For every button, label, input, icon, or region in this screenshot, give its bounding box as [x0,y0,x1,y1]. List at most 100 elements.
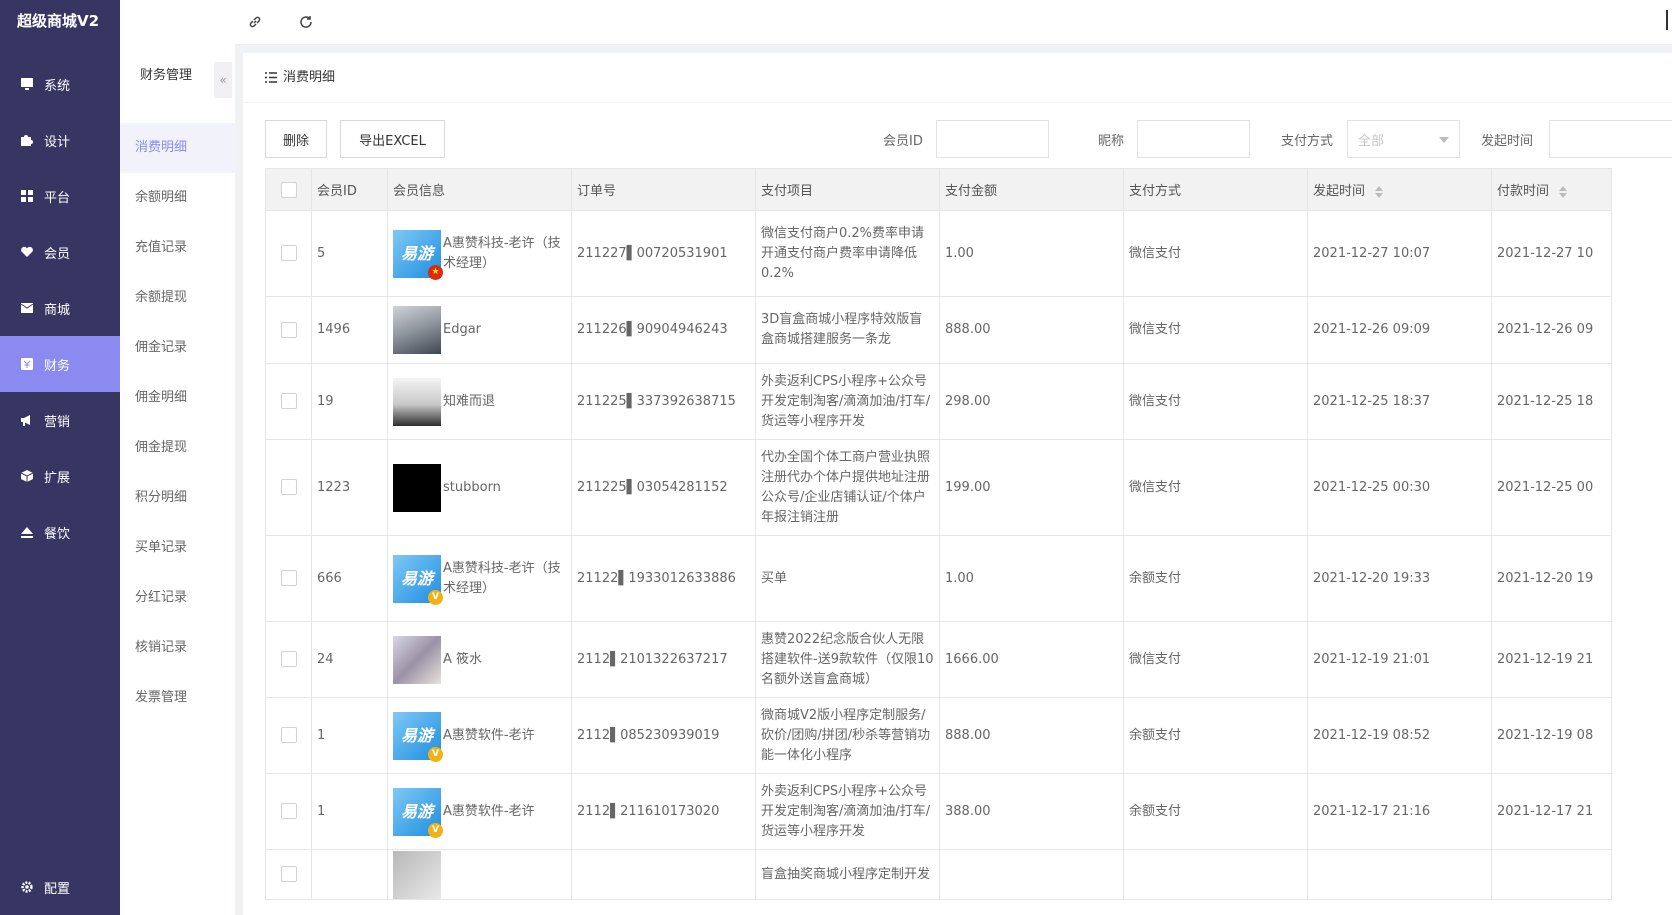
member-info-cell: 易游 V A惠赞软件-老许 [387,697,572,774]
export-excel-button[interactable]: 导出EXCEL [340,120,445,158]
paid-time-cell: 2021-12-26 09 [1491,296,1612,364]
table-row[interactable]: 1 易游 V A惠赞软件-老许 2112▌085230939019 微商城V2版小程序定制… [265,697,1612,774]
subnav-item-5[interactable]: 佣金明细 [120,373,235,423]
header-order-no: 订单号 [571,168,756,211]
order-no-cell: 211225▌03054281152 [571,439,756,536]
subnav-item-0[interactable]: 消费明细 [120,123,235,173]
table-row[interactable]: 1 易游 V A惠赞软件-老许 2112▌211610173020 外卖返利CPS小程序+… [265,773,1612,850]
subnav-item-10[interactable]: 核销记录 [120,623,235,673]
paid-time-cell: 2021-12-27 10 [1491,210,1612,297]
vip-badge-icon: V [428,822,443,838]
subnav-item-1[interactable]: 余额明细 [120,173,235,223]
sort-icon[interactable] [1375,185,1384,198]
amount-cell: 199.00 [939,439,1124,536]
row-checkbox[interactable] [281,651,297,667]
subnav-item-3[interactable]: 余额提现 [120,273,235,323]
sidebar-item-label: 餐饮 [44,526,71,542]
sidebar-item-8[interactable]: 餐饮 [0,504,120,560]
row-select-cell [265,621,312,698]
row-checkbox[interactable] [281,245,297,261]
avatar: 易游 V [393,711,443,762]
sidebar-item-2[interactable]: 平台 [0,168,120,224]
table-header-row: 会员ID 会员信息 订单号 支付项目 支付金额 支付方式 发起时间 付款时间 [265,168,1612,211]
header-amount: 支付金额 [939,168,1124,211]
row-checkbox[interactable] [281,866,297,882]
cube-icon [19,468,35,484]
sidebar-item-4[interactable]: 商城 [0,280,120,336]
member-info-cell: 知难而退 [387,363,572,440]
table-row[interactable]: 5 易游 ★ A惠赞科技-老许（技术经理） 211227▌00720531901 微信支付… [265,210,1612,297]
sidebar-item-3[interactable]: 会员 [0,224,120,280]
delete-button[interactable]: 删除 [265,120,327,158]
start-time-cell: 2021-12-19 21:01 [1307,621,1492,698]
sidebar-item-label: 会员 [44,246,71,262]
subnav-item-7[interactable]: 积分明细 [120,473,235,523]
member-id-input[interactable] [936,120,1049,158]
nickname-label: 昵称 [1098,134,1125,149]
avatar: 易游 ★ [393,229,443,280]
table-row[interactable]: 666 易游 V A惠赞科技-老许（技术经理） 21122▌1933012633886 买… [265,535,1612,622]
select-all-checkbox[interactable] [281,181,297,198]
right-edge-icon [1666,10,1672,30]
sidebar-item-5[interactable]: 财务 [0,336,120,392]
page-title-bar: 消费明细 [243,53,1672,103]
row-checkbox[interactable] [281,321,297,338]
subnav-item-6[interactable]: 佣金提现 [120,423,235,473]
sidebar-item-config[interactable]: 配置 [0,859,120,915]
subnav-item-2[interactable]: 充值记录 [120,223,235,273]
top-bar [120,0,1672,45]
subnav-item-9[interactable]: 分红记录 [120,573,235,623]
sidebar-item-6[interactable]: 营销 [0,392,120,448]
sidebar-item-0[interactable]: 系统 [0,56,120,112]
member-id-cell: 666 [311,535,388,622]
amount-cell: 298.00 [939,363,1124,440]
row-checkbox[interactable] [281,479,297,495]
row-checkbox[interactable] [281,727,297,743]
start-time-input[interactable] [1549,120,1672,158]
gear-icon [19,879,35,895]
table-row[interactable]: 19 知难而退 211225▌337392638715 外卖返利CPS小程序+公众号开… [265,363,1612,440]
toolbar: 删除 导出EXCEL 会员ID 昵称 支付方式 全部 发起时间 [265,120,1672,158]
member-id-cell: 1 [311,773,388,850]
amount-cell: 1666.00 [939,621,1124,698]
amount-cell: 1.00 [939,535,1124,622]
member-info-cell: 易游 ★ A惠赞科技-老许（技术经理） [387,210,572,297]
heart-icon [19,244,35,260]
finance-icon [19,356,35,372]
table-row[interactable]: 盲盒抽奖商城小程序定制开发 [265,849,1612,900]
sidebar-item-1[interactable]: 设计 [0,112,120,168]
start-time-cell: 2021-12-25 00:30 [1307,439,1492,536]
paid-time-cell: 2021-12-19 21 [1491,621,1612,698]
pay-item-cell: 外卖返利CPS小程序+公众号开发定制淘客/滴滴加油/打车/货运等小程序开发 [755,773,940,850]
row-checkbox[interactable] [281,570,297,586]
subnav-item-4[interactable]: 佣金记录 [120,323,235,373]
pay-method-cell: 余额支付 [1123,697,1308,774]
avatar [393,463,441,512]
brand-avatar-text: 易游 [400,243,433,263]
table-row[interactable]: 24 A 筱水 2112▌2101322637217 惠赞2022纪念版合伙人无限搭建… [265,621,1612,698]
header-start-time[interactable]: 发起时间 [1307,168,1492,211]
subnav-item-11[interactable]: 发票管理 [120,673,235,723]
avatar: 易游 V [393,554,443,605]
pay-method-select[interactable]: 全部 [1347,120,1460,158]
refresh-icon[interactable] [296,12,316,32]
row-checkbox[interactable] [281,803,297,819]
sort-icon[interactable] [1559,185,1568,198]
nickname-input[interactable] [1137,120,1250,158]
monitor-icon [19,76,35,92]
order-no-cell: 211225▌337392638715 [571,363,756,440]
subnav-item-8[interactable]: 买单记录 [120,523,235,573]
link-icon[interactable] [245,12,265,32]
row-checkbox[interactable] [281,393,297,409]
amount-cell: 888.00 [939,296,1124,364]
brand-avatar-text: 易游 [400,801,433,821]
double-chevron-left-icon[interactable]: « [214,62,232,98]
table-row[interactable]: 1223 stubborn 211225▌03054281152 代办全国个体工商户营… [265,439,1612,536]
content-card: 消费明细 删除 导出EXCEL 会员ID 昵称 支付方式 全部 发起时间 会员I… [243,53,1672,915]
table-row[interactable]: 1496 Edgar 211226▌90904946243 3D盲盒商城小程序特效版盲… [265,296,1612,364]
list-icon [265,72,277,83]
header-paid-time[interactable]: 付款时间 [1491,168,1612,211]
avatar [393,850,441,899]
paid-time-cell [1491,849,1612,900]
sidebar-item-7[interactable]: 扩展 [0,448,120,504]
